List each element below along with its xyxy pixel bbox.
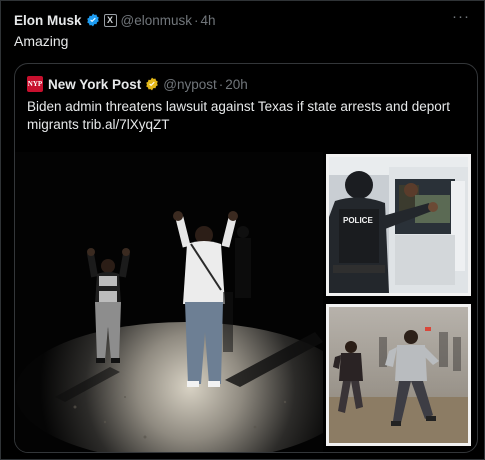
post-text: Amazing: [14, 33, 69, 49]
quote-text: Biden admin threatens lawsuit against Te…: [27, 99, 450, 132]
post-header: Elon Musk X @elonmusk · 4h ···: [14, 8, 470, 30]
nypost-avatar[interactable]: NYP: [27, 76, 43, 92]
quote-author-handle[interactable]: @nypost: [163, 77, 216, 92]
post-time[interactable]: 4h: [201, 13, 216, 28]
verified-gold-icon: [145, 77, 159, 91]
quote-header: NYP New York Post @nypost · 20h: [27, 75, 248, 93]
media-grid: POLICE: [15, 152, 477, 452]
quoted-post[interactable]: NYP New York Post @nypost · 20h Biden ad…: [14, 63, 478, 453]
police-label: POLICE: [343, 216, 373, 225]
quote-author-name[interactable]: New York Post: [48, 77, 141, 92]
more-options-button[interactable]: ···: [452, 8, 470, 25]
side-photo-police[interactable]: POLICE: [326, 154, 471, 296]
separator: ·: [194, 12, 199, 28]
author-name[interactable]: Elon Musk: [14, 13, 82, 28]
post-card[interactable]: Elon Musk X @elonmusk · 4h ··· Amazing N…: [0, 0, 485, 460]
affiliate-badge-icon: X: [103, 13, 117, 27]
separator: ·: [218, 76, 224, 92]
quote-time[interactable]: 20h: [225, 77, 248, 92]
verified-icon: [86, 13, 100, 27]
main-photo[interactable]: [15, 152, 355, 452]
side-photo-running[interactable]: [326, 304, 471, 446]
author-handle[interactable]: @elonmusk: [121, 13, 192, 28]
